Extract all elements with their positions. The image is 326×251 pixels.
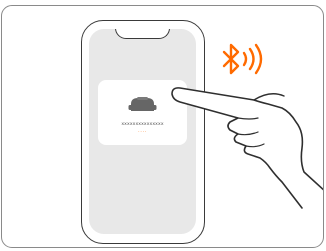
pointing-hand-icon: [171, 87, 323, 209]
phone-notch: [115, 29, 170, 39]
illustration-frame: xxxxxxxxxxxxxxx ····: [1, 5, 324, 248]
bluetooth-signal-icon: [222, 43, 263, 75]
robot-vacuum-icon: [128, 97, 157, 111]
